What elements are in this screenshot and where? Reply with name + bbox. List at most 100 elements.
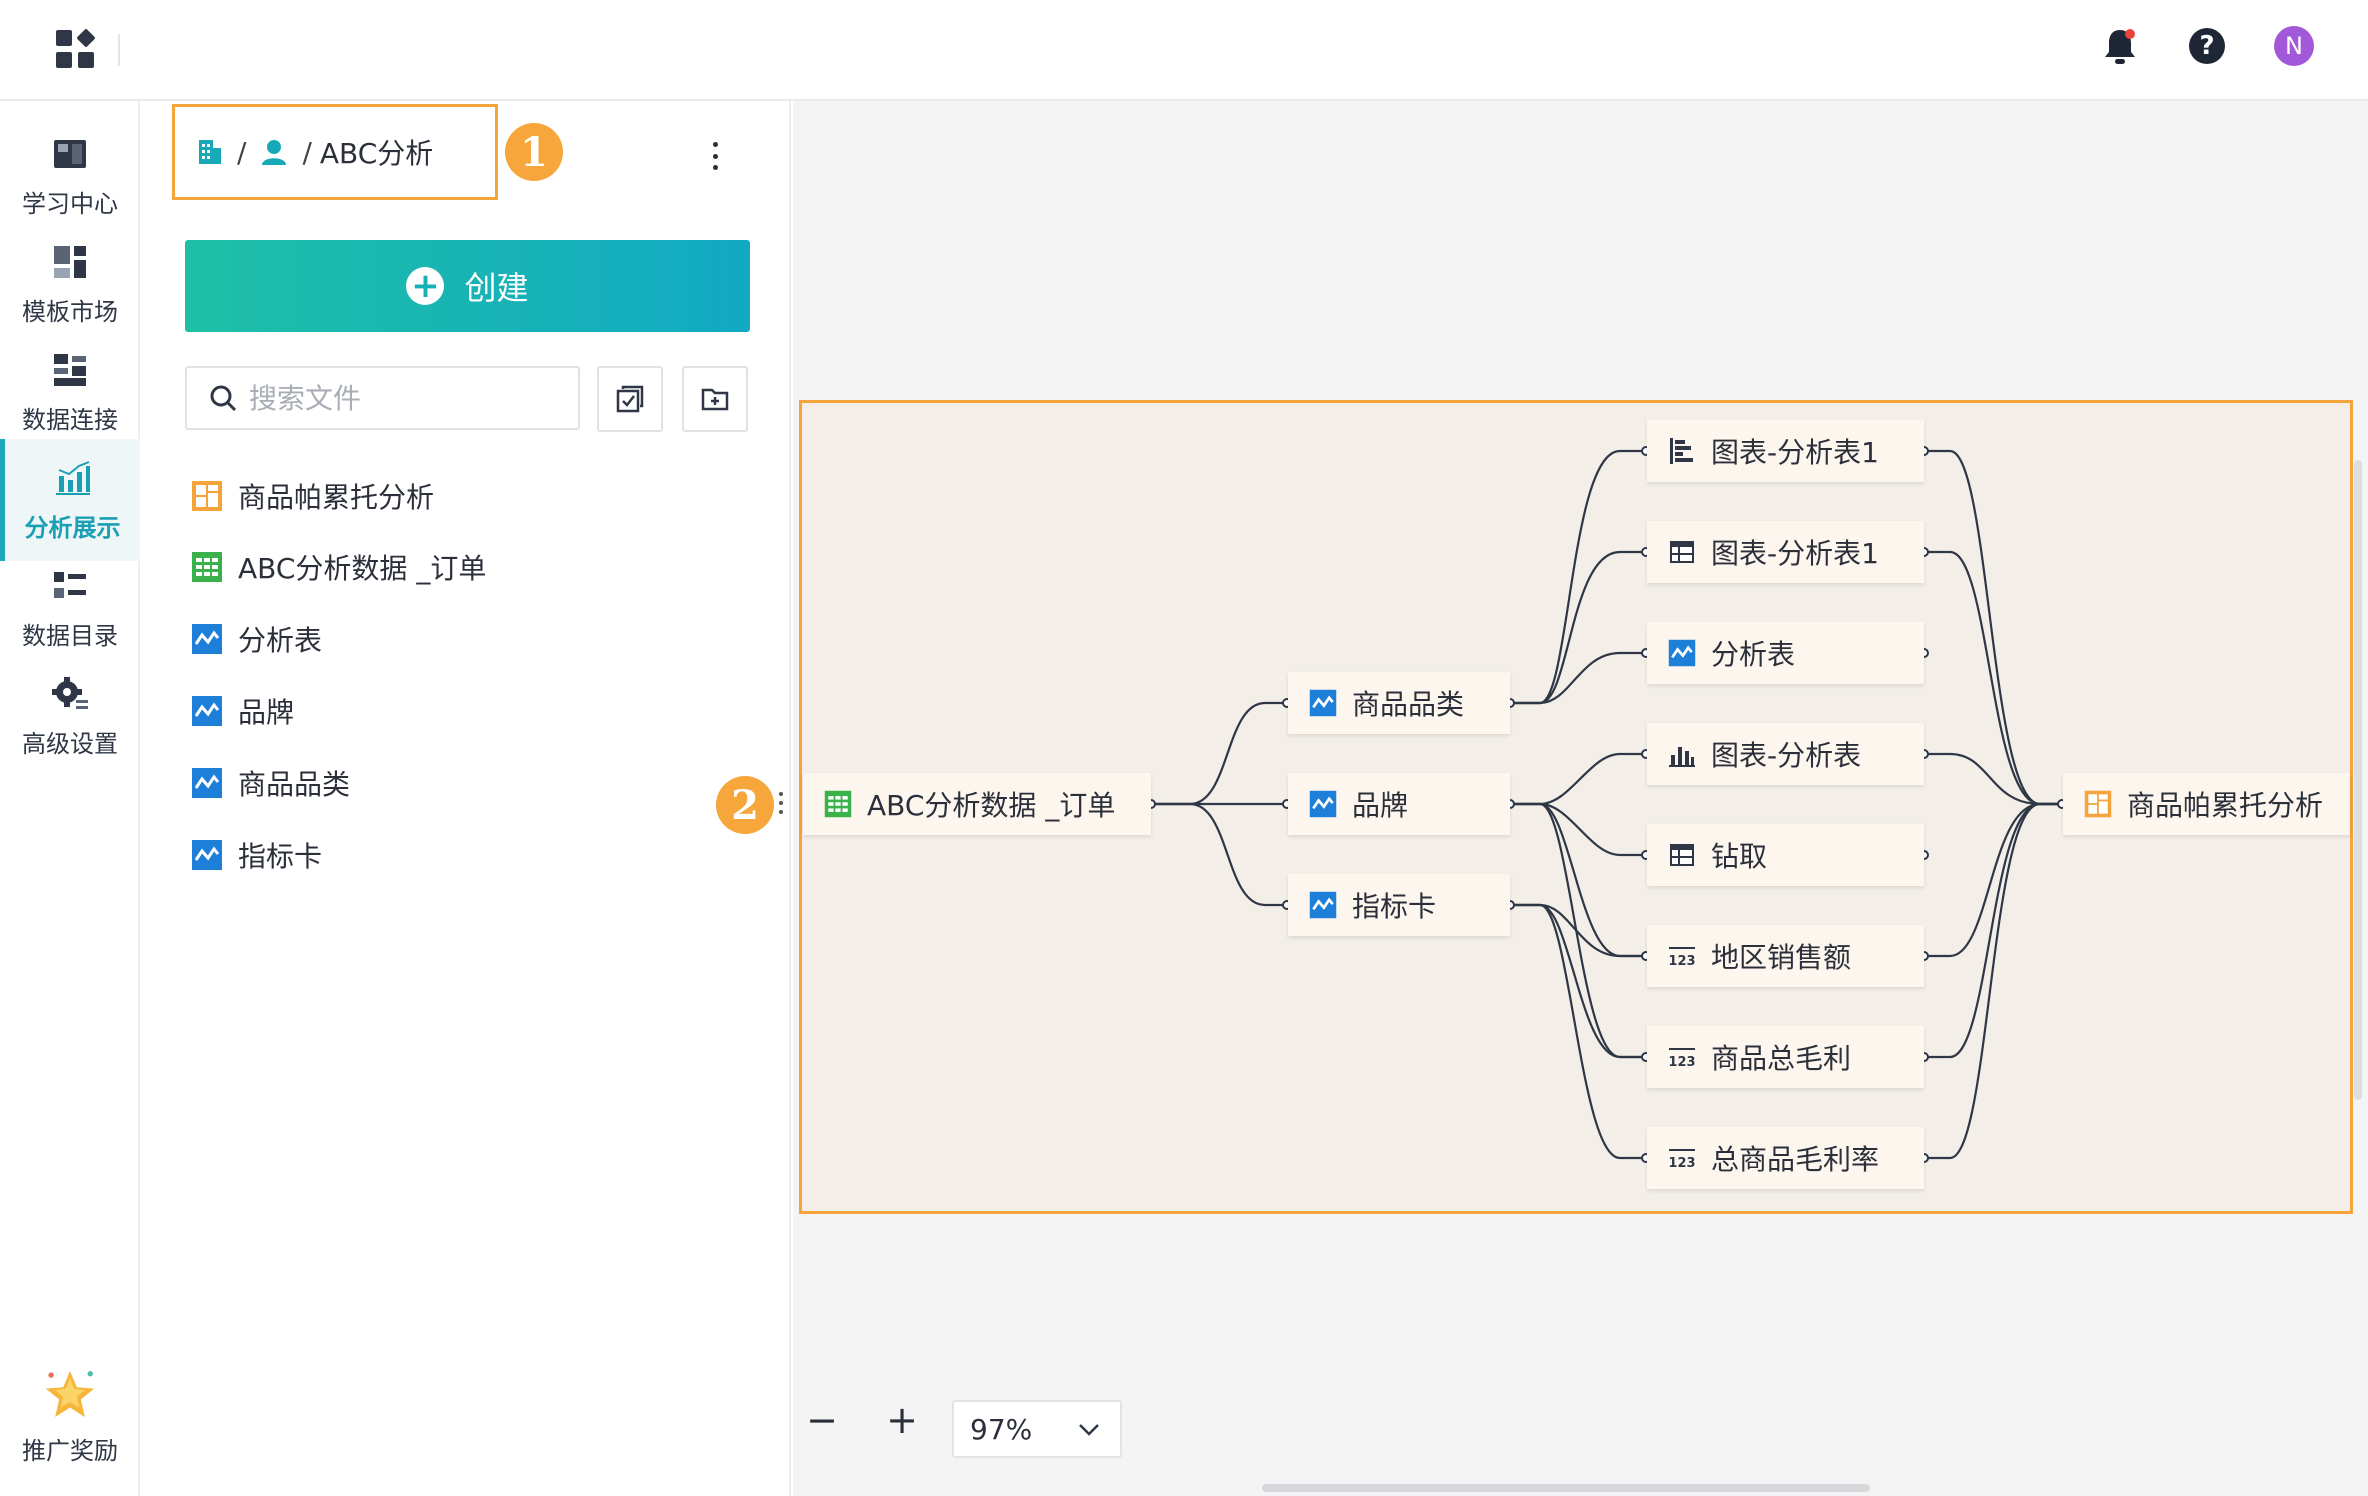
dataset-table-icon [192,552,222,582]
nav-item-learning-center[interactable]: 学习中心 [0,115,140,237]
node-label: 分析表 [1711,638,1796,671]
nav-label: 学习中心 [22,189,118,218]
node-label: 商品品类 [1352,688,1465,721]
nav-label: 数据连接 [22,405,118,434]
checkbox-multi-icon [616,385,644,413]
user-avatar-button[interactable]: N [2274,26,2314,66]
lineage-node-analysis-table[interactable]: 分析表 [1647,622,1924,684]
lineage-node-brand[interactable]: 品牌 [1288,773,1510,835]
search-input[interactable] [249,381,569,415]
left-nav: 学习中心 模板市场 数据连接 分析展示 数据目录 高级设置 推广奖励 [0,101,140,1496]
node-label: 总商品毛利率 [1711,1143,1880,1176]
analysis-icon [1309,891,1337,919]
batch-select-button[interactable] [597,366,663,432]
file-label: 品牌 [238,696,295,729]
dashboard-icon [192,481,222,511]
help-icon: ? [2189,28,2225,64]
number-123-icon: 123 [1668,947,1696,969]
column-chart-icon [1669,747,1695,767]
analysis-icon [1309,790,1337,818]
nav-label: 分析展示 [24,513,121,542]
plus-icon: + [406,267,445,305]
lineage-node-chart-bar[interactable]: 图表-分析表1 [1647,420,1924,482]
analysis-icon [192,840,222,870]
zoom-out-button[interactable]: − [802,1398,842,1442]
create-button[interactable]: + 创建 [185,240,750,332]
node-label: 品牌 [1352,789,1409,822]
data-connection-icon [54,353,86,386]
lineage-node-kpi-card[interactable]: 指标卡 [1288,874,1510,936]
chevron-down-icon [1079,1424,1099,1436]
breadcrumb-separator: / [237,135,247,169]
lineage-node-category[interactable]: 商品品类 [1288,672,1510,734]
dashboard-icon [2084,790,2112,818]
file-item-abc-dataset[interactable]: ABC分析数据 _订单 [190,543,486,591]
chart-bars-icon [55,460,90,495]
zoom-value: 97% [970,1412,1033,1446]
node-label: ABC分析数据 _订单 [867,789,1116,822]
nav-label: 数据目录 [22,621,118,650]
callout-badge-1: 1 [505,123,563,181]
table-icon [1670,541,1694,563]
horizontal-scrollbar[interactable] [1262,1484,1870,1492]
nav-item-promo-rewards[interactable]: 推广奖励 [0,1355,140,1477]
template-icon [54,245,86,278]
nav-label: 推广奖励 [22,1436,118,1465]
new-folder-button[interactable] [682,366,748,432]
node-label: 商品总毛利 [1711,1042,1852,1075]
bell-icon[interactable] [2100,26,2140,66]
number-123-icon: 123 [1668,1149,1696,1171]
file-label: 分析表 [238,624,323,657]
breadcrumb-current[interactable]: ABC分析 [320,132,433,172]
grid-apps-icon[interactable] [56,28,96,70]
analysis-icon [192,696,222,726]
dataset-table-icon [824,790,852,818]
svg-text:123: 123 [1668,1055,1695,1070]
gear-icon [52,676,88,709]
lineage-node-gross-margin-rate[interactable]: 123 总商品毛利率 [1647,1127,1924,1189]
breadcrumb-separator: / [302,135,312,169]
create-button-label: 创建 [464,269,529,307]
lineage-node-chart-table[interactable]: 图表-分析表1 [1647,521,1924,583]
bar-chart-horizontal-icon [1670,438,1693,464]
lineage-node-total-gross-profit[interactable]: 123 商品总毛利 [1647,1026,1924,1088]
number-123-icon: 123 [1668,1048,1696,1070]
panel-resize-handle[interactable] [776,792,786,814]
topbar-divider [118,34,120,66]
breadcrumb: / / ABC分析 [172,104,498,200]
file-item-kpi-card[interactable]: 指标卡 [190,831,322,879]
nav-label: 模板市场 [22,297,118,326]
lineage-node-chart-column[interactable]: 图表-分析表 [1647,723,1924,785]
svg-text:123: 123 [1668,954,1695,969]
file-label: ABC分析数据 _订单 [238,552,487,585]
user-icon[interactable] [260,138,288,166]
nav-item-data-catalog[interactable]: 数据目录 [0,547,140,669]
folder-add-icon [701,388,729,411]
lineage-node-pareto-dashboard[interactable]: 商品帕累托分析 [2063,773,2350,835]
help-button[interactable]: ? [2187,26,2227,66]
node-label: 图表-分析表 [1711,739,1862,772]
callout-badge-2: 2 [716,776,774,834]
zoom-select[interactable]: 97% [952,1400,1122,1458]
building-icon[interactable] [197,138,223,166]
file-item-category[interactable]: 商品品类 [190,759,350,807]
file-item-brand[interactable]: 品牌 [190,687,294,735]
file-item-analysis-table[interactable]: 分析表 [190,615,322,663]
lineage-node-source-dataset[interactable]: ABC分析数据 _订单 [803,773,1151,835]
book-icon [54,139,86,168]
file-label: 指标卡 [238,840,323,873]
nav-item-data-connection[interactable]: 数据连接 [0,331,140,453]
more-options-button[interactable] [700,136,730,176]
file-item-pareto-dashboard[interactable]: 商品帕累托分析 [190,472,434,520]
lineage-node-region-sales[interactable]: 123 地区销售额 [1647,925,1924,987]
zoom-in-button[interactable]: + [882,1398,922,1442]
nav-item-template-market[interactable]: 模板市场 [0,223,140,345]
analysis-icon [192,768,222,798]
node-label: 地区销售额 [1711,941,1852,974]
nav-item-advanced-settings[interactable]: 高级设置 [0,655,140,777]
lineage-node-drilldown[interactable]: 钻取 [1647,824,1924,886]
vertical-scrollbar[interactable] [2354,460,2362,1100]
nav-item-analysis-display[interactable]: 分析展示 [0,439,140,561]
svg-text:123: 123 [1668,1156,1695,1171]
analysis-icon [1668,639,1696,667]
